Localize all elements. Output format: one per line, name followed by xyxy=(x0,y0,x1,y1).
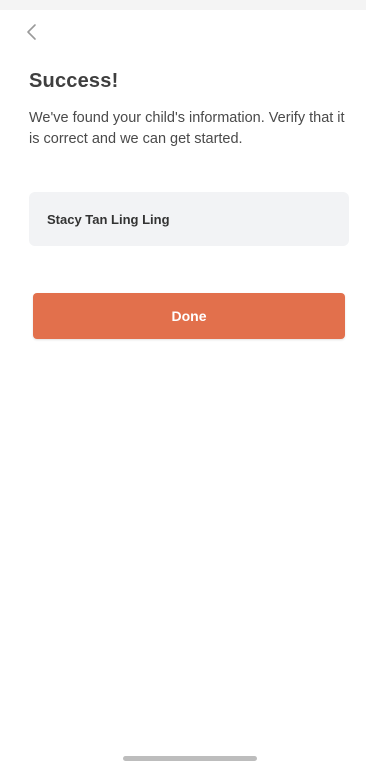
status-bar-area xyxy=(0,0,366,10)
page-title: Success! xyxy=(29,70,119,92)
chevron-left-icon xyxy=(25,23,39,41)
back-button[interactable] xyxy=(18,18,46,46)
child-info-card: Stacy Tan Ling Ling xyxy=(29,192,349,246)
instruction-text: We've found your child's information. Ve… xyxy=(29,110,345,147)
verification-success-screen: Success! We've found your child's inform… xyxy=(0,0,366,763)
done-button[interactable]: Done xyxy=(33,293,345,339)
child-name: Stacy Tan Ling Ling xyxy=(47,211,170,227)
home-indicator xyxy=(123,756,257,761)
